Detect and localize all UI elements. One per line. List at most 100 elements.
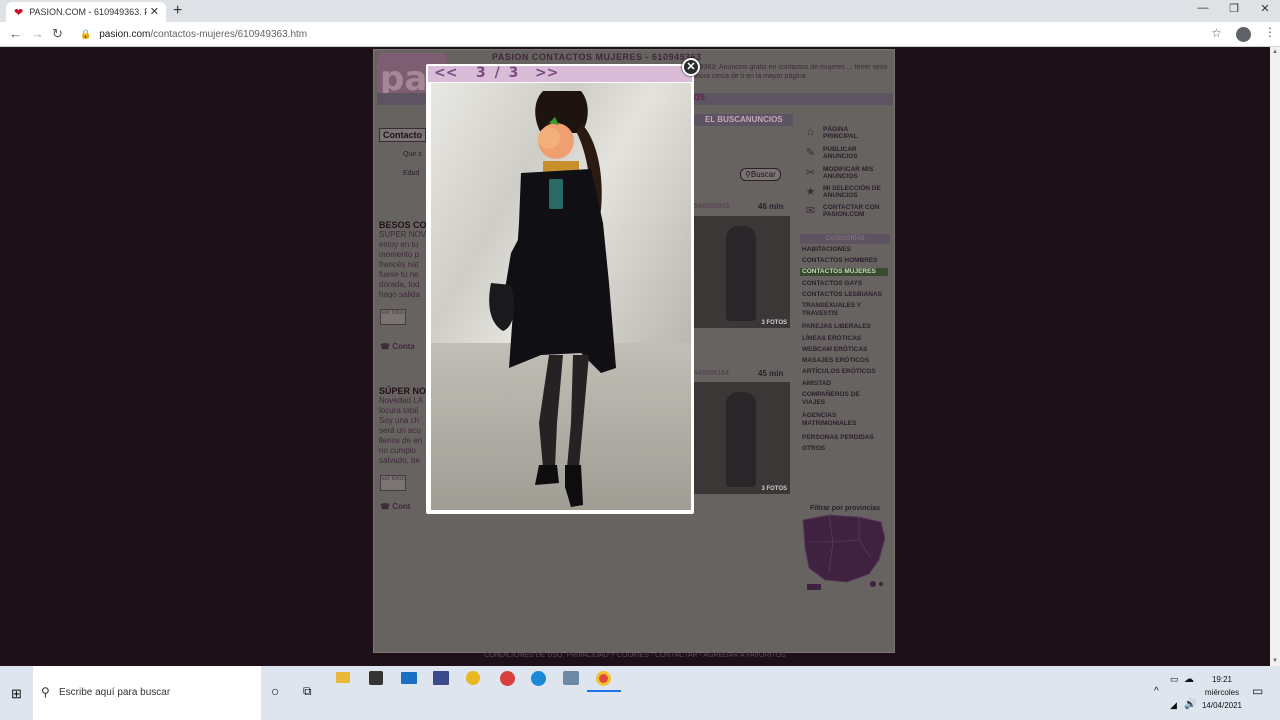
store-icon[interactable] (369, 671, 383, 685)
lightbox-nav-bar: << 3 / 3 >> (428, 65, 692, 82)
ver-fotos-button[interactable]: ver fotos (380, 475, 406, 491)
spain-provinces-map[interactable] (799, 512, 891, 594)
reload-icon[interactable]: ↻ (52, 26, 63, 42)
side-link-publish[interactable]: PUBLICAR ANUNCIOS (823, 146, 883, 160)
network-icon[interactable]: ▭ (1170, 674, 1179, 685)
ad-text: SUPER NOV estoy en tu momento p francés … (379, 230, 427, 298)
edge-icon[interactable] (531, 671, 546, 686)
scroll-down-icon[interactable]: ▼ (1272, 658, 1278, 664)
que-label: Que s (403, 151, 422, 158)
app-icon[interactable] (500, 671, 515, 686)
volume-icon[interactable]: 🔊 (1184, 699, 1196, 710)
taskbar-search-box[interactable]: ⚲ Escribe aquí para buscar (33, 666, 261, 720)
category-link[interactable]: ARTÍCULOS ERÓTICOS (802, 368, 890, 376)
category-link[interactable]: CONTACTOS HOMBRES (802, 257, 890, 265)
show-hidden-icons[interactable]: ^ (1154, 686, 1159, 697)
tab-close-icon[interactable]: ✕ (150, 5, 159, 18)
category-link[interactable]: PAREJAS LIBERALES (802, 323, 890, 331)
side-link-selection[interactable]: MI SELECCIÓN DE ANUNCIOS (823, 185, 883, 199)
browser-toolbar: ← → ↻ 🔒 pasion.com/contactos-mujeres/610… (0, 22, 1280, 47)
lightbox-prev-button[interactable]: << (434, 65, 457, 81)
minimize-icon[interactable]: — (1192, 2, 1214, 14)
categories-header: CATEGORÍAS (800, 234, 890, 244)
ad-contact-link[interactable]: ☎ Conta (380, 342, 415, 351)
thumbnail-photo (726, 392, 756, 487)
site-footer[interactable]: CONDICIONES DE USO, PRIVACIDAD Y COOKIES… (0, 652, 1270, 659)
pencil-icon: ✎ (805, 147, 816, 159)
phone-icon: ☎ (380, 502, 393, 511)
close-window-icon[interactable]: ✕ (1254, 2, 1276, 15)
file-explorer-icon[interactable] (336, 672, 350, 683)
browser-tab[interactable]: ❤ PASION.COM - 610949363. Puta ✕ (6, 2, 166, 22)
chrome-icon[interactable] (596, 671, 611, 686)
scroll-up-icon[interactable]: ▲ (1272, 49, 1278, 55)
category-link[interactable]: CONTACTOS LESBIANAS (802, 291, 890, 299)
category-link[interactable]: OTROS (802, 445, 890, 453)
ad-thumbnail[interactable]: 3 FOTOS (694, 216, 790, 328)
home-icon: ⌂ (807, 126, 814, 138)
buscador-header: EL BUSCANUNCIOS (693, 114, 793, 126)
taskbar: ⊞ ⚲ Escribe aquí para buscar ○ ⧉ ^ ▭ ☁ ◢… (0, 666, 1280, 720)
side-link-home[interactable]: PÁGINA PRINCIPAL (823, 126, 883, 140)
clock-day: miércoles (1204, 688, 1240, 697)
kebab-menu-icon[interactable]: ⋮ (1264, 25, 1276, 39)
notifications-icon[interactable]: ▭ (1252, 684, 1263, 698)
buscar-button[interactable]: ⚲Buscar (740, 168, 781, 181)
category-link[interactable]: AGENCIAS MATRIMONIALES (802, 412, 868, 428)
search-icon: ⚲ (41, 685, 50, 699)
new-tab-button[interactable]: + (173, 2, 182, 20)
app-icon[interactable] (563, 671, 579, 685)
site-header: PASION CONTACTOS MUJERES - 610949363 (492, 52, 702, 62)
category-link[interactable]: CONTACTOS GAYS (802, 280, 890, 288)
restore-icon[interactable]: ❐ (1223, 2, 1245, 15)
ad-contact-link[interactable]: ☎ Cont (380, 502, 410, 511)
lightbox-photo (431, 83, 691, 510)
site-description: 949363: Anuncios gratis en contactos de … (692, 64, 888, 80)
side-link-contact[interactable]: CONTACTAR CON PASION.COM (823, 204, 883, 218)
ad-title[interactable]: SÚPER NO (379, 386, 426, 396)
category-link[interactable]: LÍNEAS ERÓTICAS (802, 335, 890, 343)
ad-title[interactable]: BESOS CO (379, 220, 427, 230)
category-link[interactable]: HABITACIONES (802, 246, 890, 254)
category-link-active[interactable]: CONTACTOS MUJERES (800, 268, 888, 276)
scrollbar[interactable]: ▲ ▼ (1270, 47, 1280, 666)
edad-label: Edad (403, 170, 420, 177)
cortana-icon[interactable]: ○ (271, 683, 279, 699)
lightbox-next-button[interactable]: >> (535, 65, 558, 81)
mail-app-icon[interactable] (401, 672, 417, 684)
lock-icon: 🔒 (80, 29, 92, 39)
side-link-modify[interactable]: MODIFICAR MIS ANUNCIOS (823, 166, 883, 180)
search-placeholder: Escribe aquí para buscar (59, 687, 171, 698)
back-arrow-icon[interactable]: ← (9, 26, 22, 41)
wifi-icon[interactable]: ◢ (1170, 700, 1177, 711)
account-icon[interactable] (1236, 27, 1251, 42)
clock[interactable]: 19:21 miércoles 14/04/2021 (1196, 673, 1248, 712)
windows-start-icon[interactable]: ⊞ (11, 686, 22, 702)
bookmark-star-icon[interactable]: ☆ (1211, 26, 1222, 40)
category-link[interactable]: PERSONAS PERDIDAS (802, 434, 890, 442)
photo-figure (489, 91, 616, 507)
ad-thumbnail[interactable]: 3 FOTOS (694, 382, 790, 494)
category-link[interactable]: TRANSEXUALES Y TRAVESTIS (802, 302, 868, 318)
onedrive-icon[interactable]: ☁ (1184, 674, 1194, 685)
ad-text: Novedad LA locura total Soy una ch será … (379, 396, 423, 465)
lightbox-close-button[interactable]: ✕ (682, 58, 700, 76)
browser-tab-bar: ❤ PASION.COM - 610949363. Puta ✕ + — ❐ ✕ (0, 0, 1280, 22)
task-view-icon[interactable]: ⧉ (303, 684, 312, 699)
forward-arrow-icon[interactable]: → (31, 26, 44, 41)
contacto-tab[interactable]: Contacto (379, 128, 426, 142)
category-link[interactable]: WEBCAM ERÓTICAS (802, 346, 890, 354)
thumb-id: 546506164 (694, 370, 730, 377)
photos-app-icon[interactable] (433, 671, 449, 685)
app-icon[interactable] (466, 671, 480, 685)
category-link[interactable]: MASAJES ERÓTICOS (802, 357, 890, 365)
ad-contact-label: Cont (392, 502, 411, 511)
address-bar[interactable]: 🔒 pasion.com/contactos-mujeres/610949363… (76, 25, 1236, 44)
category-link[interactable]: COMPAÑEROS DE VIAJES (802, 391, 868, 407)
fotos-count: 3 FOTOS (761, 486, 787, 492)
fotos-count: 3 FOTOS (761, 320, 787, 326)
category-link[interactable]: AMISTAD (802, 380, 890, 388)
clock-time: 19:21 (1211, 675, 1233, 684)
filtrar-label: Filtrar por provincias (810, 505, 881, 512)
ver-fotos-button[interactable]: ver fotos (380, 309, 406, 325)
